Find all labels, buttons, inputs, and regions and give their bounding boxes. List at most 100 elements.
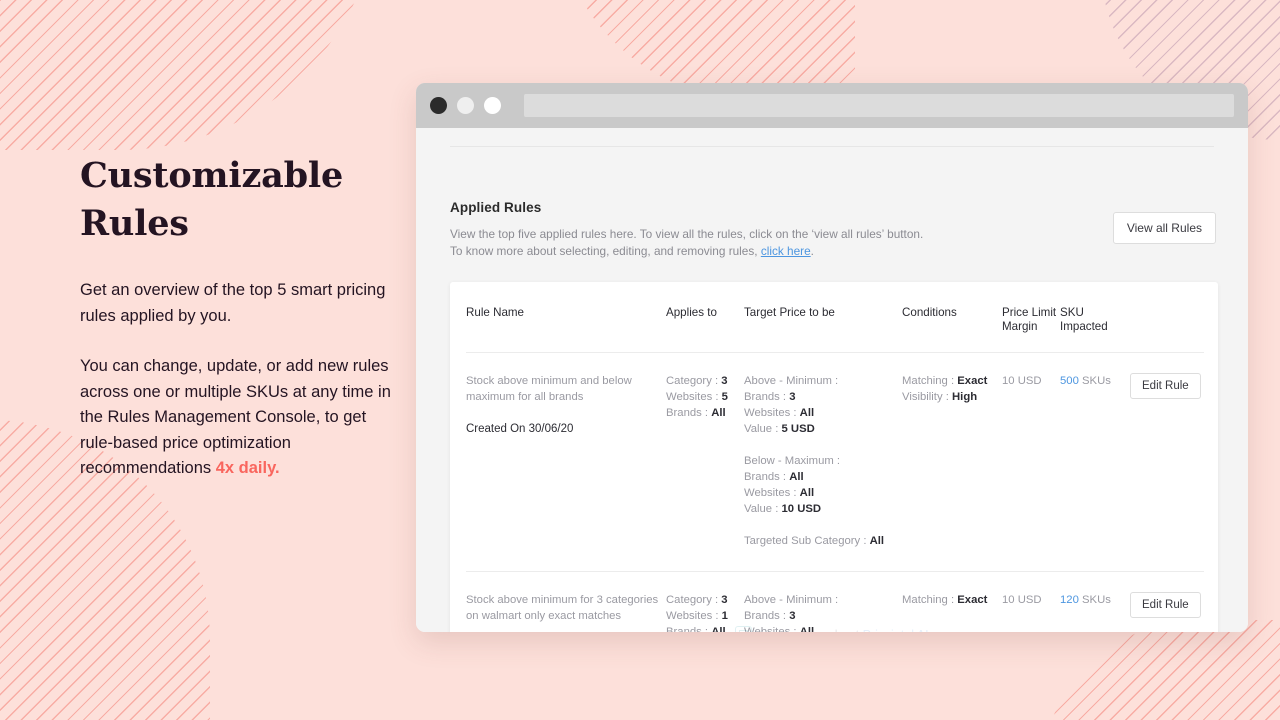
cell-target-price: Above - Minimum : Brands : 3 Websites : Al… <box>744 572 902 632</box>
rule-name-text: Stock above minimum for 3 categories on … <box>466 594 659 622</box>
sku-unit-label: SKUs <box>1078 375 1111 387</box>
page-subtitle-line-2: To know more about selecting, editing, a… <box>450 243 1113 260</box>
page-title: Applied Rules <box>450 200 542 215</box>
targeted-sub-category-value: All <box>869 535 885 547</box>
target-price-block: Above - Minimum : Brands : 3 Websites : Al… <box>744 373 902 437</box>
target-price-line-value: All <box>799 407 815 419</box>
cell-conditions: Matching : Exact <box>902 572 1002 633</box>
table-header: Rule Name Applies to Target Price to be … <box>466 282 1204 353</box>
browser-viewport: Applied Rules View the top five applied … <box>416 128 1248 632</box>
page-subtitle-line-1: View the top five applied rules here. To… <box>450 227 924 241</box>
applies-to-item: Category : 3 <box>666 592 744 608</box>
targeted-sub-category: Targeted Sub Category : All <box>744 533 902 549</box>
target-price-line-key: Value : <box>744 423 782 435</box>
footer-learn-more[interactable]: Learn more about Priceintel AI <box>416 626 1248 632</box>
target-price-block: Below - Maximum : Brands : All Websites : … <box>744 453 902 517</box>
cell-rule-name: Stock above minimum for 3 categories on … <box>466 572 666 633</box>
target-price-line-key: Brands : <box>744 610 790 622</box>
condition-value: Exact <box>957 375 988 387</box>
column-header-conditions: Conditions <box>902 282 1002 353</box>
target-price-line-value: 3 <box>789 391 796 403</box>
table-header-row: Rule Name Applies to Target Price to be … <box>466 282 1204 353</box>
marketing-paragraph-2: You can change, update, or add new rules… <box>80 354 400 482</box>
condition-value: Exact <box>957 594 988 606</box>
condition-key: Matching : <box>902 375 958 387</box>
target-price-block-title: Above - Minimum : <box>744 594 839 606</box>
page-header-text: Applied Rules View the top five applied … <box>450 200 1113 260</box>
window-maximize-icon[interactable] <box>484 97 501 114</box>
cell-conditions: Matching : Exact Visibility : High <box>902 352 1002 572</box>
column-header-price-limit-margin: Price Limit Margin <box>1002 282 1060 353</box>
applies-to-value: 3 <box>721 375 728 387</box>
target-price-line-item: Value : 10 USD <box>744 501 902 517</box>
target-price-line-item: Websites : All <box>744 485 902 501</box>
footer-brand-name: Priceintel AI <box>863 628 929 633</box>
applied-rules-table: Rule Name Applies to Target Price to be … <box>466 282 1204 632</box>
browser-window: Applied Rules View the top five applied … <box>416 83 1248 632</box>
condition-key: Matching : <box>902 594 958 606</box>
marketing-copy: Customizable Rules Get an overview of th… <box>80 152 400 482</box>
target-price-line-key: Brands : <box>744 391 790 403</box>
target-price-line-value: 10 USD <box>781 503 822 515</box>
target-price-line: Brands : All Websites : All Value : 10 USD <box>744 469 902 517</box>
rule-name-text: Stock above minimum and below maximum fo… <box>466 375 632 403</box>
applies-to-key: Websites : <box>666 610 722 622</box>
table-row: Stock above minimum for 3 categories on … <box>466 572 1204 633</box>
background-stripes-bottom-right <box>1040 620 1280 720</box>
condition-item: Visibility : High <box>902 389 1002 405</box>
click-here-link[interactable]: click here <box>761 244 811 258</box>
page-header: Applied Rules View the top five applied … <box>450 200 1228 260</box>
applies-to-item: Category : 3 <box>666 373 744 389</box>
sku-unit-label: SKUs <box>1078 594 1111 606</box>
sku-count: 120 <box>1060 594 1079 606</box>
cell-sku-impacted: 500 SKUs <box>1060 352 1130 572</box>
view-all-rules-button[interactable]: View all Rules <box>1112 212 1216 244</box>
condition: Matching : Exact Visibility : High <box>902 373 1002 405</box>
rule-created-on: Created On 30/06/20 <box>466 423 574 435</box>
window-close-icon[interactable] <box>430 97 447 114</box>
target-price-block-title: Above - Minimum : <box>744 375 839 387</box>
footer-learn-more-text: Learn more about Priceintel AI <box>760 628 928 633</box>
table-row: Stock above minimum and below maximum fo… <box>466 352 1204 572</box>
cell-applies-to: Category : 3 Websites : 1 Brands : All <box>666 572 744 632</box>
condition: Matching : Exact <box>902 592 1002 608</box>
target-price-line-item: Brands : 3 <box>744 608 902 624</box>
applies-to: Category : 3 Websites : 5 Brands : All <box>666 373 744 421</box>
marketing-accent-text: 4x daily. <box>215 459 280 477</box>
cell-price-limit-margin: 10 USD <box>1002 352 1060 572</box>
applies-to-value: 1 <box>721 610 728 622</box>
column-header-rule-name: Rule Name <box>466 282 666 353</box>
condition-item: Matching : Exact <box>902 592 1002 608</box>
target-price-line-key: Websites : <box>744 487 800 499</box>
cell-sku-impacted: 120 SKUs <box>1060 572 1130 633</box>
condition-value: High <box>952 391 978 403</box>
page-subtitle-line-2-pre: To know more about selecting, editing, a… <box>450 244 761 258</box>
window-minimize-icon[interactable] <box>457 97 474 114</box>
marketing-paragraph-1: Get an overview of the top 5 smart prici… <box>80 281 386 325</box>
page-subtitle-line-2-post: . <box>810 244 814 258</box>
cell-rule-name: Stock above minimum and below maximum fo… <box>466 352 666 572</box>
target-price-line-key: Value : <box>744 503 782 515</box>
targeted-sub-category-key: Targeted Sub Category : <box>744 535 870 547</box>
background-stripes-top-left <box>0 0 380 150</box>
applies-to-item: Websites : 1 <box>666 608 744 624</box>
target-price-block-title: Below - Maximum : <box>744 455 841 467</box>
edit-rule-button[interactable]: Edit Rule <box>1130 373 1201 399</box>
edit-rule-button[interactable]: Edit Rule <box>1130 592 1201 618</box>
address-bar-input[interactable] <box>524 94 1234 117</box>
target-price-line-item: Value : 5 USD <box>744 421 902 437</box>
applies-to-key: Brands : <box>666 407 712 419</box>
target-price-line-key: Websites : <box>744 407 800 419</box>
target-price-line-key: Brands : <box>744 471 790 483</box>
target-price-line-value: 3 <box>789 610 796 622</box>
cell-actions: Edit Rule <box>1130 572 1204 633</box>
footer-text-pre: Learn more about <box>760 628 862 633</box>
cell-actions: Edit Rule <box>1130 352 1204 572</box>
applies-to-key: Category : <box>666 594 722 606</box>
column-header-target-price: Target Price to be <box>744 282 902 353</box>
applies-to-value: 3 <box>721 594 728 606</box>
target-price-line-item: Brands : 3 <box>744 389 902 405</box>
sku-count: 500 <box>1060 375 1079 387</box>
header-divider <box>450 146 1214 147</box>
applies-to-item: Brands : All <box>666 405 744 421</box>
